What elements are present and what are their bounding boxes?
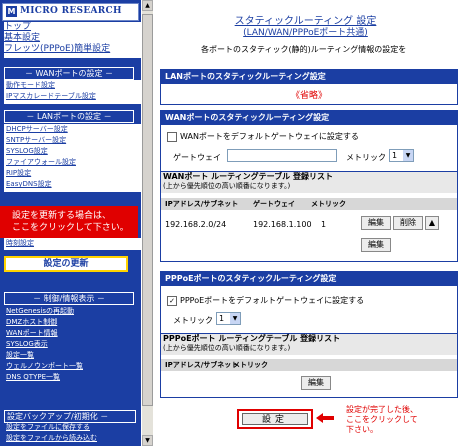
pppoe-table-header: IPアドレス/サブネット メトリック (161, 359, 457, 371)
menu-item-settings-list[interactable]: 設定一覧 (4, 350, 141, 361)
wan-list-title: WANポート ルーティングテーブル 登録リスト (163, 172, 333, 181)
wan-section-header: － WANポートの設定 － (4, 67, 134, 80)
wan-list-subtitle: (上から優先順位の高い順番になります。) (163, 182, 291, 190)
wan-metric-select[interactable]: 1 ▼ (389, 149, 414, 162)
wan-menu: 動作モード設定 IPマスカレードテーブル設定 (4, 80, 141, 104)
lan-panel: LANポートのスタティックルーティング設定 《省略》 (160, 69, 458, 105)
column-header-gateway: ゲートウェイ (253, 200, 295, 208)
scroll-thumb[interactable] (142, 14, 153, 406)
update-callout: 設定を更新する場合は、 ここをクリックして下さい。 (0, 206, 138, 238)
pppoe-list-subtitle: (上から優先順位の高い順番になります。) (163, 344, 291, 352)
set-button[interactable]: 設定 (242, 413, 308, 425)
logo[interactable]: M MICRO RESEARCH (2, 3, 139, 21)
pppoe-new-edit-button[interactable]: 編集 (301, 376, 331, 390)
menu-item-save-file[interactable]: 設定をファイルに保存する (4, 422, 141, 433)
pppoe-panel: PPPoEポートのスタティックルーティング設定 ✓ PPPoEポートをデフォルトゲ… (160, 271, 458, 398)
pppoe-default-gw-row: ✓ PPPoEポートをデフォルトゲートウェイに設定する (167, 295, 364, 306)
menu-item-firewall[interactable]: ファイアウォール設定 (4, 157, 141, 168)
menu-item-dns-qtype[interactable]: DNS QTYPE一覧 (4, 372, 141, 383)
note-line-3: 下さい。 (346, 425, 378, 434)
control-menu: NetGenesisの再起動 DMZホスト制御 WANポート情報 SYSLOG表… (4, 306, 141, 386)
nav-link-top[interactable]: トップ (4, 22, 152, 33)
menu-item-time[interactable]: 時刻設定 (4, 238, 141, 249)
note-line-1: 設定が完了した後、 (346, 405, 418, 414)
wan-metric-label: メトリック (346, 153, 386, 162)
page-description: 各ポートのスタティック(静的)ルーティング情報の設定を (201, 45, 407, 54)
menu-item-dhcp[interactable]: DHCPサーバー設定 (4, 124, 141, 135)
wan-table-header: IPアドレス/サブネット ゲートウェイ メトリック (161, 198, 457, 210)
row-metric: 1 (321, 220, 327, 229)
menu-item-easydns[interactable]: EasyDNS設定 (4, 179, 141, 190)
set-instruction-note: 設定が完了した後、 ここをクリックして 下さい。 (346, 405, 418, 435)
gateway-label: ゲートウェイ (173, 153, 221, 162)
note-line-2: ここをクリックして (346, 415, 418, 424)
menu-item-restart[interactable]: NetGenesisの再起動 (4, 306, 141, 317)
menu-item-syslog-view[interactable]: SYSLOG表示 (4, 339, 141, 350)
column-header-subnet: IPアドレス/サブネット (165, 361, 239, 369)
wan-default-gw-label: WANポートをデフォルトゲートウェイに設定する (180, 132, 359, 141)
pppoe-metric-select[interactable]: 1 ▼ (216, 312, 241, 325)
lan-menu: DHCPサーバー設定 SNTPサーバー設定 SYSLOG設定 ファイアウォール設… (4, 124, 141, 192)
pppoe-metric-label: メトリック (173, 316, 213, 325)
lan-section-header: － LANポートの設定 － (4, 110, 134, 123)
omitted-marker: 《省略》 (290, 91, 327, 101)
edit-button[interactable]: 編集 (361, 216, 391, 230)
wan-list-header: WANポート ルーティングテーブル 登録リスト (上から優先順位の高い順番になり… (161, 171, 457, 193)
logo-mark: M (6, 6, 17, 17)
menu-item-well-known-ports[interactable]: ウェルノウンポート一覧 (4, 361, 141, 372)
menu-item-dmz[interactable]: DMZホスト制御 (4, 317, 141, 328)
menu-item-ip-masquerade[interactable]: IPマスカレードテーブル設定 (4, 91, 141, 102)
move-up-icon[interactable]: ▲ (425, 216, 439, 230)
update-settings-button[interactable]: 設定の更新 (4, 256, 128, 272)
chevron-down-icon: ▼ (230, 313, 240, 324)
pppoe-default-gw-label: PPPoEポートをデフォルトゲートウェイに設定する (180, 296, 365, 305)
menu-item-wan-info[interactable]: WANポート情報 (4, 328, 141, 339)
menu-item-load-file[interactable]: 設定をファイルから読み込む (4, 433, 141, 444)
pppoe-panel-title: PPPoEポートのスタティックルーティング設定 (161, 272, 457, 286)
chevron-down-icon: ▼ (403, 150, 413, 161)
backup-menu: 設定をファイルに保存する 設定をファイルから読み込む (4, 422, 141, 446)
menu-item-operation-mode[interactable]: 動作モード設定 (4, 80, 141, 91)
column-header-metric: メトリック (311, 200, 346, 208)
wan-metric-value: 1 (392, 151, 398, 160)
scroll-up-icon[interactable]: ▲ (142, 0, 153, 11)
row-gateway: 192.168.1.100 (253, 220, 312, 229)
nav-link-basic-settings[interactable]: 基本設定 (4, 33, 152, 44)
callout-line-2: ここをクリックして下さい。 (12, 223, 129, 233)
top-links: トップ 基本設定 フレッツ(PPPoE)簡単設定 (4, 22, 152, 58)
pppoe-metric-value: 1 (219, 314, 225, 323)
sidebar: M MICRO RESEARCH トップ 基本設定 フレッツ(PPPoE)簡単設… (0, 0, 153, 446)
row-subnet: 192.168.2.0/24 (165, 220, 227, 229)
pppoe-default-gw-checkbox[interactable]: ✓ (167, 295, 177, 306)
logo-text: MICRO RESEARCH (20, 6, 122, 16)
gateway-input[interactable] (227, 149, 337, 162)
menu-item-rip[interactable]: RIP設定 (4, 168, 141, 179)
new-edit-button[interactable]: 編集 (361, 238, 391, 252)
main-content: スタティックルーティング 設定 (LAN/WAN/PPPoEポート共通) 各ポー… (153, 0, 458, 446)
partially-hidden-menu: 時刻設定 (4, 238, 141, 250)
wan-default-gw-checkbox[interactable] (167, 131, 177, 142)
wan-panel: WANポートのスタティックルーティング設定 WANポートをデフォルトゲートウェイ… (160, 110, 458, 262)
scroll-down-icon[interactable]: ▼ (142, 435, 153, 446)
pppoe-list-header: PPPoEポート ルーティングテーブル 登録リスト (上から優先順位の高い順番に… (161, 333, 457, 355)
nav-link-pppoe-easy[interactable]: フレッツ(PPPoE)簡単設定 (4, 44, 152, 55)
page-subtitle: (LAN/WAN/PPPoEポート共通) (243, 28, 368, 38)
wan-panel-title: WANポートのスタティックルーティング設定 (161, 111, 457, 125)
lan-panel-title: LANポートのスタティックルーティング設定 (161, 70, 457, 84)
column-header-metric: メトリック (233, 361, 268, 369)
arrow-shape (316, 413, 334, 423)
menu-item-syslog[interactable]: SYSLOG設定 (4, 146, 141, 157)
callout-line-1: 設定を更新する場合は、 (12, 211, 112, 221)
control-section-header: － 制御/情報表示 － (4, 292, 134, 305)
menu-item-sntp[interactable]: SNTPサーバー設定 (4, 135, 141, 146)
column-header-subnet: IPアドレス/サブネット (165, 200, 239, 208)
set-button-highlight: 設定 (237, 409, 313, 429)
arrow-left-icon (316, 413, 334, 423)
delete-button[interactable]: 削除 (393, 216, 423, 230)
pppoe-list-title: PPPoEポート ルーティングテーブル 登録リスト (163, 334, 341, 343)
wan-default-gw-row: WANポートをデフォルトゲートウェイに設定する (167, 131, 359, 142)
